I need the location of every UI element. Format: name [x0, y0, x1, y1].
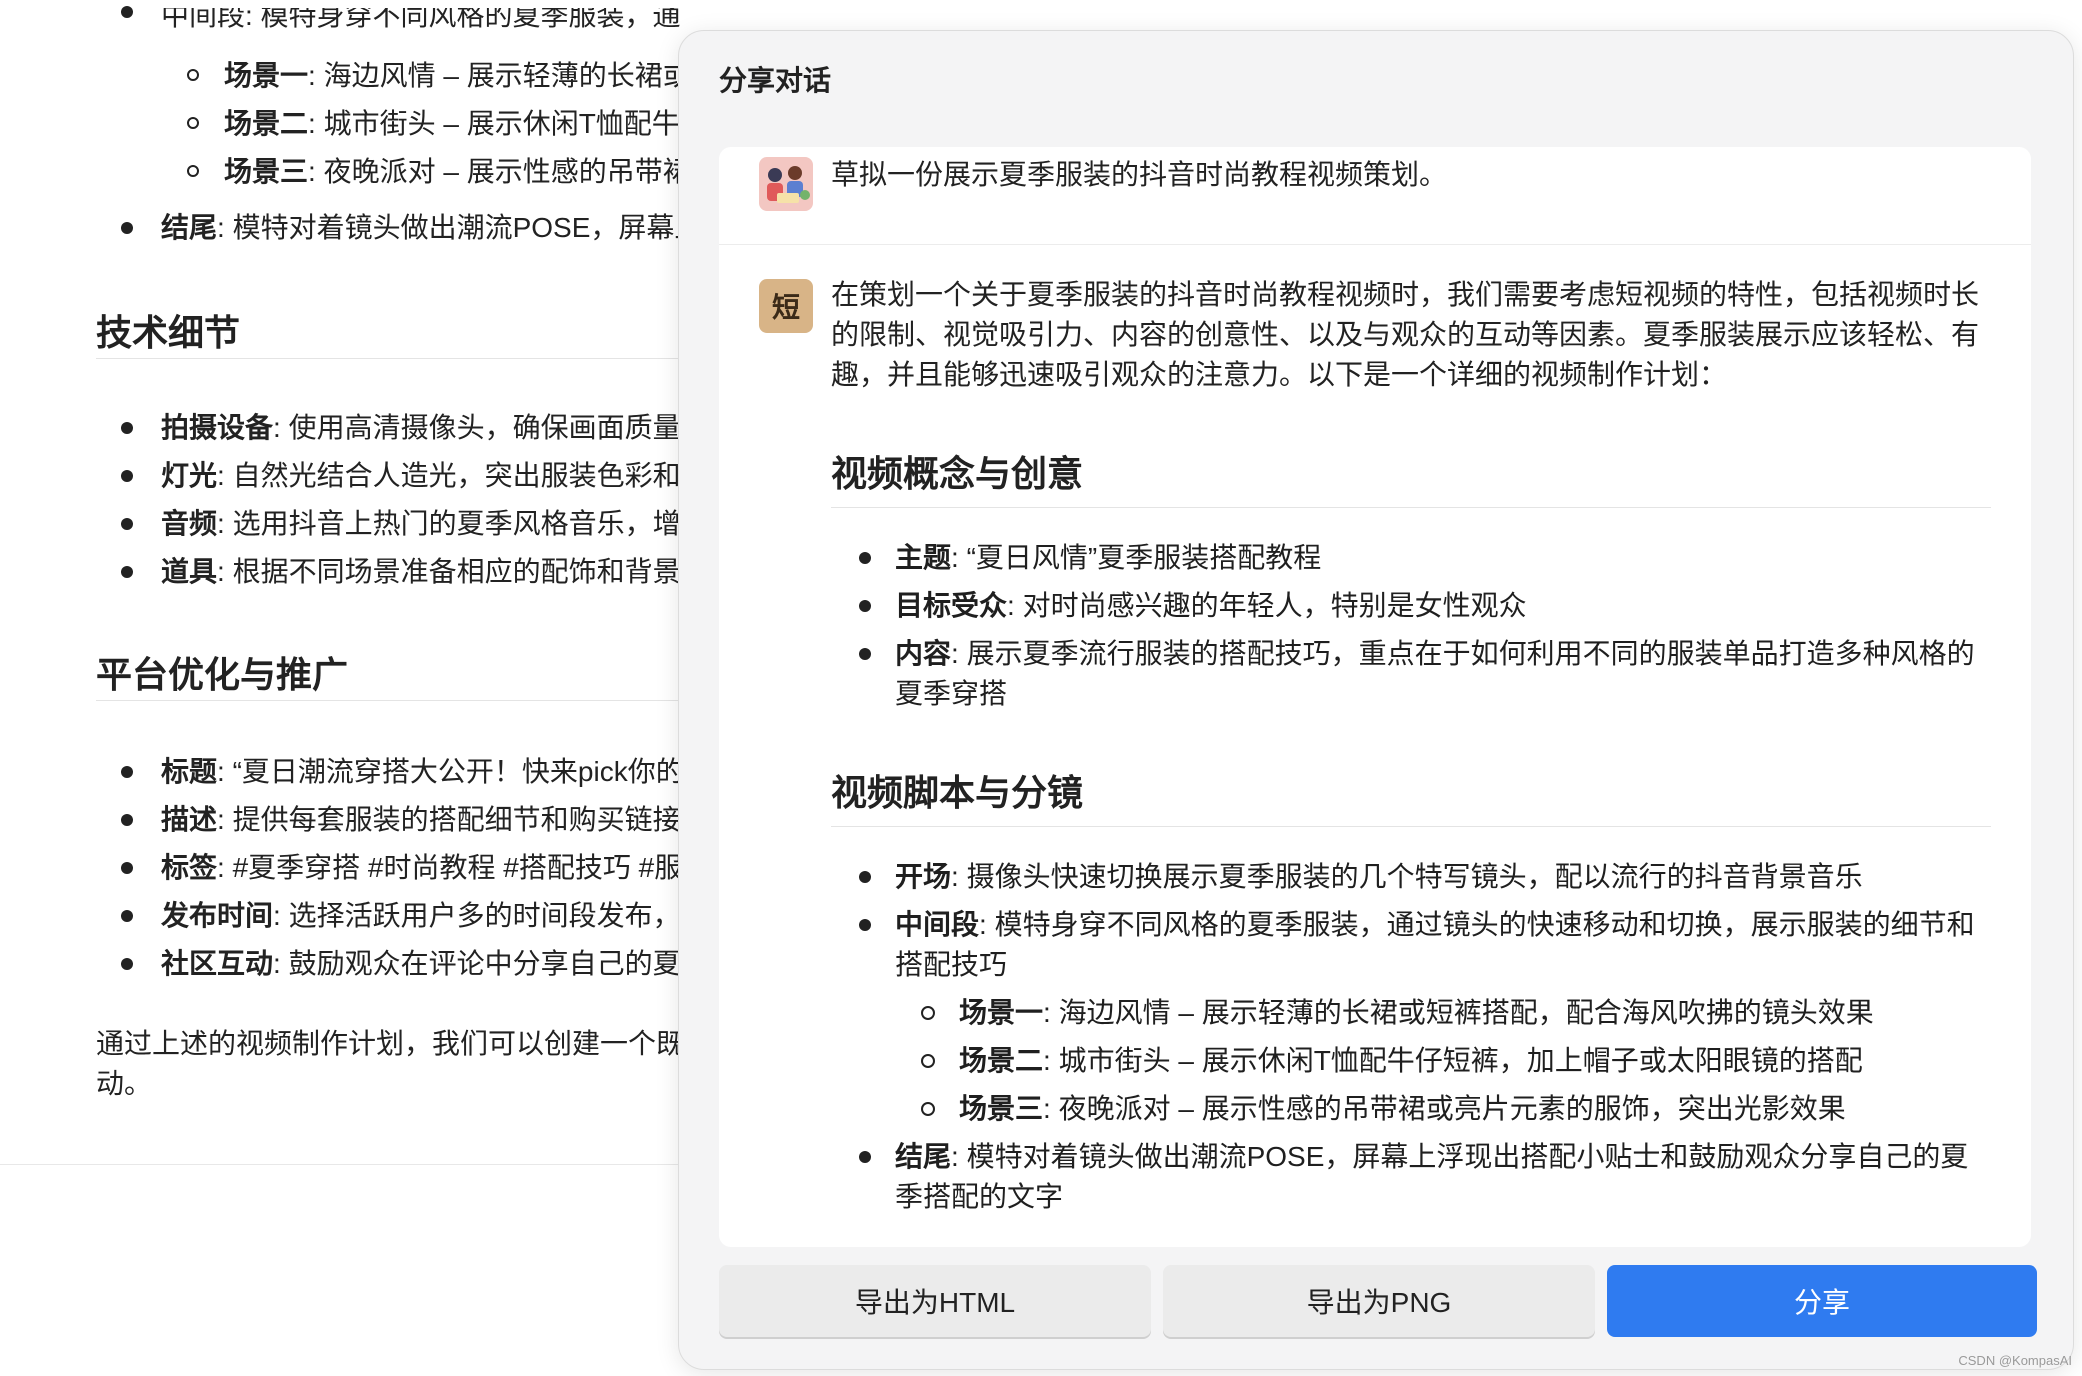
conversation-preview[interactable]: 草拟一份展示夏季服装的抖音时尚教程视频策划。 短 在策划一个关于夏季服装的抖音时…	[719, 147, 2031, 1247]
toolbar-divider	[0, 1164, 700, 1165]
bullet	[121, 814, 133, 826]
response-intro: 在策划一个关于夏季服装的抖音时尚教程视频时，我们需要考虑短视频的特性，包括视频时…	[831, 279, 1980, 390]
divider	[96, 700, 700, 701]
bullet	[121, 862, 133, 874]
list-item: 道具: 根据不同场景准备相应的配饰和背景	[161, 556, 681, 587]
sub-list-item: 场景二: 城市街头 – 展示休闲T恤配牛仔短裤，加上帽子或太阳眼镜的搭配	[895, 1041, 1991, 1081]
list-item: 结尾: 模特对着镜头做出潮流POSE，屏幕上	[161, 212, 700, 243]
list-item: 内容: 展示夏季流行服装的搭配技巧，重点在于如何利用不同的服装单品打造多种风格的…	[831, 634, 1991, 714]
section-list: 主题: “夏日风情”夏季服装搭配教程 目标受众: 对时尚感兴趣的年轻人，特别是女…	[831, 538, 1991, 714]
sub-list-item: 场景一: 海边风情 – 展示轻薄的长裙或短裤搭配，配合海风吹拂的镜头效果	[895, 993, 1991, 1033]
list-item: 描述: 提供每套服装的搭配细节和购买链接	[161, 804, 681, 835]
bullet	[121, 566, 133, 578]
section-heading: 视频概念与创意	[831, 445, 1991, 508]
list-item: 标题: “夏日潮流穿搭大公开！快来pick你的	[161, 756, 684, 787]
user-message-row: 草拟一份展示夏季服装的抖音时尚教程视频策划。	[719, 147, 2031, 245]
sub-bullet	[187, 117, 199, 129]
conclusion-text: 通过上述的视频制作计划，我们可以创建一个既	[96, 1028, 685, 1059]
bullet	[121, 222, 133, 234]
section-list: 开场: 摄像头快速切换展示夏季服装的几个特写镜头，配以流行的抖音背景音乐 中间段…	[831, 857, 1991, 1217]
share-dialog: 分享对话 草拟一份展示夏季服装的抖音时尚教程视频策划。 短 在策划一个关于夏季服…	[678, 30, 2074, 1370]
list-item: 开场: 摄像头快速切换展示夏季服装的几个特写镜头，配以流行的抖音背景音乐	[831, 857, 1991, 897]
bullet	[121, 766, 133, 778]
list-item: 场景二: 城市街头 – 展示休闲T恤配牛	[224, 108, 680, 139]
section-heading: 平台优化与推广	[96, 654, 349, 695]
list-item: 发布时间: 选择活跃用户多的时间段发布，	[161, 900, 681, 931]
sub-bullet	[187, 165, 199, 177]
list-item: 标签: #夏季穿搭 #时尚教程 #搭配技巧 #服	[161, 852, 683, 883]
user-avatar	[759, 157, 813, 211]
list-item: 场景一: 海边风情 – 展示轻薄的长裙或	[224, 60, 691, 91]
share-button[interactable]: 分享	[1607, 1265, 2037, 1337]
watermark: CSDN @KompasAI	[1958, 1353, 2072, 1368]
bot-response: 在策划一个关于夏季服装的抖音时尚教程视频时，我们需要考虑短视频的特性，包括视频时…	[831, 275, 1991, 1225]
user-message: 草拟一份展示夏季服装的抖音时尚教程视频策划。	[831, 159, 1448, 190]
clipped-line: 中间段: 模特身穿不同风格的夏季服装，通	[161, 0, 681, 31]
conclusion-text-2: 动。	[96, 1068, 153, 1099]
list-item: 目标受众: 对时尚感兴趣的年轻人，特别是女性观众	[831, 586, 1991, 626]
sub-bullet	[187, 69, 199, 81]
section-heading: 视频脚本与分镜	[831, 764, 1991, 827]
list-item: 拍摄设备: 使用高清摄像头，确保画面质量	[161, 412, 681, 443]
list-item: 结尾: 模特对着镜头做出潮流POSE，屏幕上浮现出搭配小贴士和鼓励观众分享自己的…	[831, 1137, 1991, 1217]
list-item: 场景三: 夜晚派对 – 展示性感的吊带裙	[224, 156, 691, 187]
sub-list-item: 场景三: 夜晚派对 – 展示性感的吊带裙或亮片元素的服饰，突出光影效果	[895, 1089, 1991, 1129]
export-png-button[interactable]: 导出为PNG	[1163, 1265, 1595, 1337]
bot-avatar: 短	[759, 279, 813, 333]
sub-list: 场景一: 海边风情 – 展示轻薄的长裙或短裤搭配，配合海风吹拂的镜头效果 场景二…	[895, 993, 1991, 1129]
bullet	[121, 6, 133, 18]
section-heading: 技术细节	[96, 312, 241, 353]
list-item: 主题: “夏日风情”夏季服装搭配教程	[831, 538, 1991, 578]
list-item: 中间段: 模特身穿不同风格的夏季服装，通过镜头的快速移动和切换，展示服装的细节和…	[831, 905, 1991, 1129]
bullet	[121, 910, 133, 922]
divider	[96, 358, 700, 359]
bullet	[121, 958, 133, 970]
chat-document: 中间段: 模特身穿不同风格的夏季服装，通 场景一: 海边风情 – 展示轻薄的长裙…	[0, 0, 700, 1165]
list-item: 音频: 选用抖音上热门的夏季风格音乐，增	[161, 508, 681, 539]
dialog-title: 分享对话	[719, 65, 832, 96]
list-item: 灯光: 自然光结合人造光，突出服装色彩和	[161, 460, 681, 491]
bullet	[121, 518, 133, 530]
bullet	[121, 470, 133, 482]
list-item: 社区互动: 鼓励观众在评论中分享自己的夏	[161, 948, 681, 979]
bullet	[121, 422, 133, 434]
export-html-button[interactable]: 导出为HTML	[719, 1265, 1151, 1337]
